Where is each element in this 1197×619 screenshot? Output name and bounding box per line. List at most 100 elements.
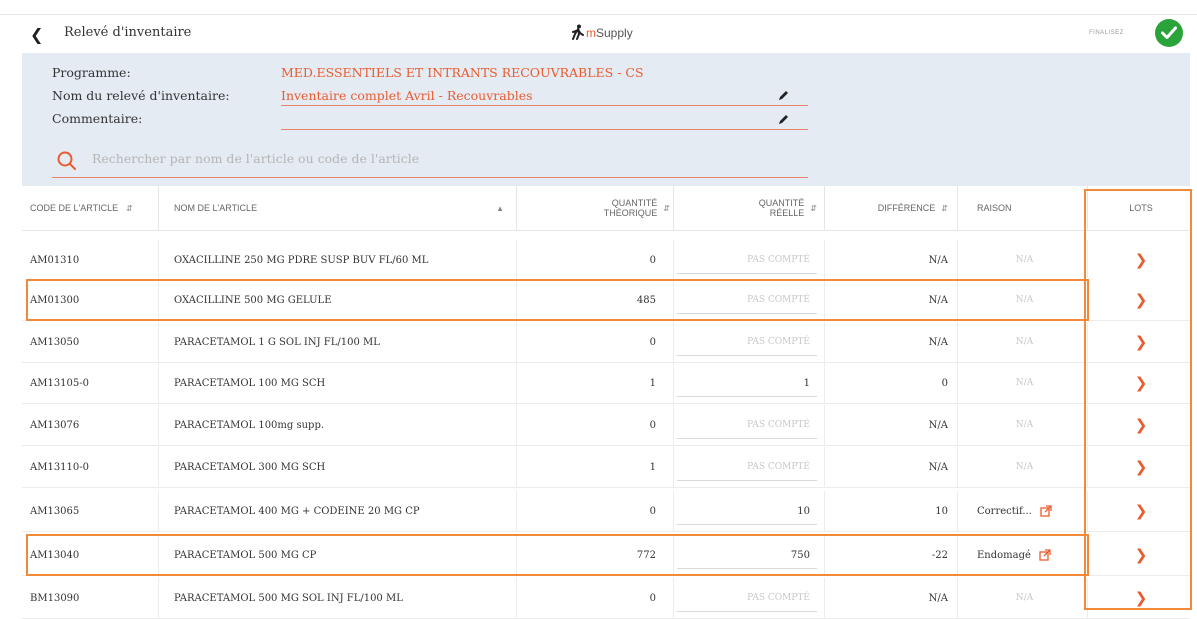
actual-quantity-input[interactable]: PAS COMPTÉ [747,337,810,347]
difference-value-cell: N/A [832,578,948,618]
theoretical-quantity-cell: 0 [522,491,656,531]
row-highlight-am13040 [26,534,1089,576]
table-row[interactable]: AM01310 OXACILLINE 250 MG PDRE SUSP BUV F… [22,240,1190,281]
theoretical-quantity: 1 [649,461,656,473]
column-header-theo[interactable]: QUANTITÉ THÉORIQUE ⇵ [522,186,670,230]
actual-quantity-input[interactable]: PAS COMPTÉ [747,420,810,430]
item-name-cell: PARACETAMOL 300 MG SCH [174,447,325,487]
stocktake-name-field[interactable]: Inventaire complet Avril - Recouvrables [281,88,533,103]
runner-logo-icon [572,24,584,40]
item-code: AM13050 [30,336,80,348]
pencil-icon[interactable] [777,114,789,126]
actual-quantity-input[interactable]: PAS COMPTÉ [747,255,810,265]
reason-value-cell: N/A [977,240,1072,280]
column-header-raison: RAISON [977,203,1012,213]
actual-quantity-underline [677,438,817,439]
actual-quantity-input-cell: PAS COMPTÉ [677,322,810,362]
top-bar: ❮ Relevé d'inventaire mSupply FINALISEZ [0,14,1197,53]
actual-quantity-input-cell: 1 [677,363,810,403]
actual-quantity-underline [677,355,817,356]
item-name-cell: PARACETAMOL 500 MG SOL INJ FL/100 ML [174,578,403,618]
table-row[interactable]: AM13065 PARACETAMOL 400 MG + CODEINE 20 M… [22,491,1190,532]
reason-value-cell: Correctif... [977,491,1087,531]
reason-value[interactable]: Correctif... [977,506,1032,517]
table-row[interactable]: AM13076 PARACETAMOL 100mg supp. 0 PAS COMPT… [22,405,1190,446]
difference-value-cell: N/A [832,322,948,362]
table-row[interactable]: BM13090 PARACETAMOL 500 MG SOL INJ FL/100… [22,578,1190,619]
sort-up-icon[interactable]: ▲ [496,204,504,213]
difference-value: 0 [941,377,948,389]
item-name: PARACETAMOL 100 MG SCH [174,377,326,389]
sort-icon[interactable]: ⇵ [663,204,670,213]
reason-value-cell: N/A [977,322,1072,362]
comment-label: Commentaire: [52,111,143,126]
item-code: AM13105-0 [30,377,90,389]
item-name-cell: PARACETAMOL 1 G SOL INJ FL/100 ML [174,322,380,362]
row-highlight-am01300 [26,279,1089,321]
item-name: PARACETAMOL 500 MG SOL INJ FL/100 ML [174,592,403,604]
difference-value-cell: N/A [832,447,948,487]
difference-value: N/A [928,254,948,266]
programme-value: MED.ESSENTIELS ET INTRANTS RECOUVRABLES … [281,65,644,80]
reason-value-cell: N/A [977,578,1072,618]
lots-column-highlight [1084,189,1192,610]
stocktake-name-label: Nom du relevé d'inventaire: [52,88,230,103]
reason-value: N/A [1015,337,1034,347]
reason-value-cell: N/A [977,447,1072,487]
search-icon [57,151,76,170]
theoretical-quantity: 0 [649,254,656,266]
item-name: PARACETAMOL 300 MG SCH [174,461,326,473]
actual-quantity-input[interactable]: PAS COMPTÉ [747,593,810,603]
item-code: BM13090 [30,592,80,604]
actual-quantity-input-cell: 10 [677,491,810,531]
item-code: AM13065 [30,505,80,517]
item-name: PARACETAMOL 1 G SOL INJ FL/100 ML [174,336,380,348]
programme-label: Programme: [52,65,131,80]
difference-value: N/A [928,419,948,431]
difference-value-cell: 10 [832,491,948,531]
item-code-cell: AM01310 [30,240,79,280]
reason-value: N/A [1015,593,1034,603]
external-link-icon[interactable] [1040,505,1052,517]
theoretical-quantity: 0 [649,592,656,604]
sort-icon[interactable]: ⇵ [941,204,948,213]
table-row[interactable]: AM13050 PARACETAMOL 1 G SOL INJ FL/100 ML… [22,322,1190,363]
table-row[interactable]: AM13105-0 PARACETAMOL 100 MG SCH 1 1 0 N/A ❯ [22,363,1190,404]
table-row[interactable]: AM13110-0 PARACETAMOL 300 MG SCH 1 PAS COMP… [22,447,1190,488]
item-code-cell: AM13105-0 [30,363,89,403]
search-input[interactable] [92,151,692,166]
item-code-cell: AM13065 [30,491,79,531]
column-header-reel[interactable]: QUANTITÉ RÉELLE ⇵ [677,186,817,230]
theoretical-quantity-cell: 1 [522,363,656,403]
actual-quantity-input[interactable]: PAS COMPTÉ [747,462,810,472]
reason-value: N/A [1015,378,1034,388]
difference-value: N/A [928,336,948,348]
pencil-icon[interactable] [777,90,789,102]
actual-quantity-underline [677,480,817,481]
theoretical-quantity-cell: 0 [522,240,656,280]
finalise-label[interactable]: FINALISEZ [1089,30,1124,36]
column-header-name[interactable]: NOM DE L'ARTICLE ▲ [174,186,504,230]
actual-quantity-input[interactable]: 10 [797,506,810,517]
page-title: Relevé d'inventaire [64,25,192,40]
item-code-cell: AM13110-0 [30,447,89,487]
chevron-left-icon[interactable]: ❮ [30,25,43,44]
reason-value: N/A [1015,420,1034,430]
sort-icon[interactable]: ⇵ [810,204,817,213]
item-name-cell: PARACETAMOL 400 MG + CODEINE 20 MG CP [174,491,420,531]
theoretical-quantity-cell: 0 [522,405,656,445]
check-circle-icon[interactable] [1155,19,1183,47]
reason-value-cell: N/A [977,363,1072,403]
msupply-logo: mSupply [572,24,633,40]
stocktake-info-panel: Programme: MED.ESSENTIELS ET INTRANTS RE… [22,53,1190,186]
difference-value-cell: 0 [832,363,948,403]
item-name: PARACETAMOL 100mg supp. [174,419,325,431]
item-name-cell: PARACETAMOL 100mg supp. [174,405,324,445]
item-code-cell: BM13090 [30,578,79,618]
column-header-code[interactable]: CODE DE L'ARTICLE ⇵ [30,186,150,230]
stocktake-name-underline [281,105,808,106]
actual-quantity-input[interactable]: 1 [804,378,810,389]
sort-icon[interactable]: ⇵ [126,204,133,213]
column-header-diff[interactable]: DIFFÉRENCE ⇵ [832,186,948,230]
actual-quantity-input-cell: PAS COMPTÉ [677,447,810,487]
